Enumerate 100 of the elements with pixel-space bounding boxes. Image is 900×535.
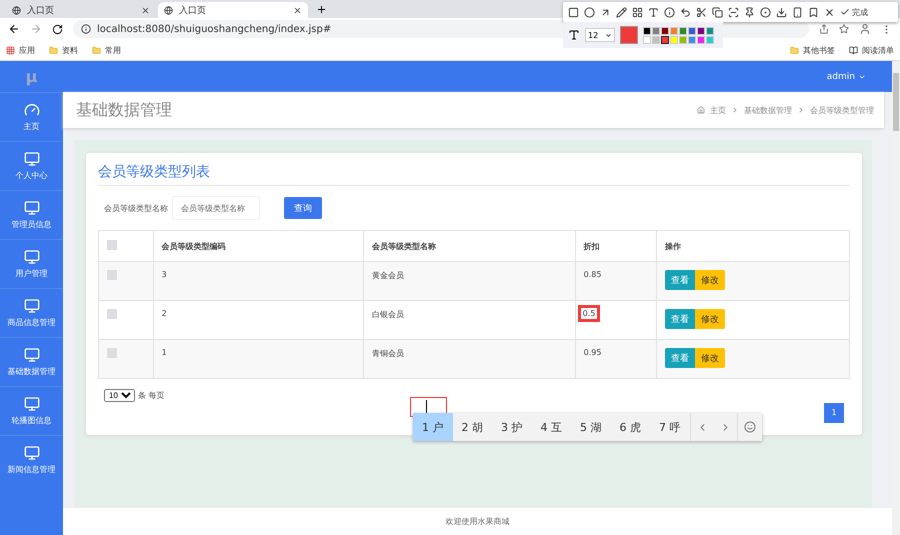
- info-icon[interactable]: [664, 6, 675, 18]
- table-cell: 白银会员: [364, 300, 576, 340]
- bookmark-icon[interactable]: [808, 6, 819, 18]
- monitor-icon: [24, 151, 40, 167]
- monitor-icon: [24, 200, 40, 216]
- bookmark-item[interactable]: 应用: [6, 44, 35, 56]
- ime-candidate[interactable]: 4 互: [532, 413, 571, 441]
- table-cell: 0.5: [580, 308, 598, 319]
- arrow-icon[interactable]: [600, 6, 611, 18]
- close-icon[interactable]: [293, 6, 302, 14]
- globe-icon: [164, 6, 173, 14]
- edit-button[interactable]: 修改: [695, 309, 726, 329]
- table-cell: 0.95: [584, 348, 602, 357]
- download-icon[interactable]: [776, 6, 787, 18]
- new-tab-icon[interactable]: [316, 4, 327, 15]
- close-icon[interactable]: [824, 6, 835, 18]
- column-header: 会员等级类型编码: [153, 230, 364, 262]
- tab-title: 入口页: [179, 4, 207, 16]
- edit-button[interactable]: 修改: [695, 348, 726, 368]
- scan-icon[interactable]: [728, 6, 739, 18]
- page-size-label: 条 每页: [138, 390, 165, 401]
- reload-icon[interactable]: [52, 24, 63, 34]
- star-icon[interactable]: [839, 24, 849, 34]
- phone-icon[interactable]: [792, 6, 803, 18]
- folder-icon: [92, 46, 101, 54]
- breadcrumb-item[interactable]: 主页: [710, 104, 726, 116]
- breadcrumb-item: 会员等级类型管理: [810, 104, 874, 116]
- record-icon[interactable]: [760, 6, 771, 18]
- monitor-icon: [24, 396, 40, 412]
- font-size-icon: [568, 29, 580, 41]
- table-cell: 1: [153, 340, 364, 378]
- pin-icon[interactable]: [744, 6, 755, 18]
- scrollbar-thumb[interactable]: [893, 73, 899, 131]
- url-text: localhost:8080/shuiguoshangcheng/index.jsp#: [97, 24, 332, 34]
- globe-icon: [12, 6, 21, 14]
- checkbox[interactable]: [107, 309, 117, 319]
- copy-icon[interactable]: [712, 6, 723, 18]
- ime-candidate[interactable]: 2 胡: [452, 413, 492, 441]
- chevron-icon: [797, 106, 805, 114]
- user-menu[interactable]: admin: [826, 72, 866, 82]
- checkbox[interactable]: [107, 348, 117, 358]
- text-icon[interactable]: [648, 6, 659, 18]
- search-button[interactable]: 查询: [284, 197, 322, 219]
- ime-candidate[interactable]: 7 呼: [650, 413, 690, 441]
- field-label: 会员等级类型名称: [104, 202, 168, 214]
- chevron-icon: [731, 106, 739, 114]
- checkbox[interactable]: [107, 240, 117, 250]
- info-icon: [81, 24, 91, 34]
- browser-tab[interactable]: 入口页: [6, 2, 156, 18]
- monitor-icon: [24, 347, 40, 363]
- color-swatch[interactable]: [661, 36, 669, 44]
- table-cell: 3: [153, 262, 364, 300]
- check-icon: [840, 7, 850, 17]
- bookmark-item[interactable]: 资料: [49, 44, 78, 56]
- back-icon[interactable]: [8, 23, 20, 35]
- apps-icon: [6, 46, 15, 54]
- share-icon[interactable]: [819, 24, 829, 34]
- mosaic-icon[interactable]: [632, 6, 643, 18]
- profile-icon[interactable]: [859, 23, 871, 35]
- card-title: 会员等级类型列表: [98, 163, 850, 186]
- close-icon[interactable]: [141, 6, 150, 14]
- bookmark-item[interactable]: 其他书签: [790, 44, 835, 56]
- table-cell: 0.85: [584, 270, 602, 279]
- done-button[interactable]: 完成: [840, 6, 868, 18]
- folder-icon: [49, 46, 58, 54]
- tab-title: 入口页: [27, 4, 55, 16]
- footer-text: 欢迎使用水果商城: [63, 508, 892, 535]
- font-size-select[interactable]: 12: [585, 28, 615, 42]
- bookmark-item[interactable]: 阅读清单: [849, 44, 894, 56]
- undo-icon[interactable]: [680, 6, 691, 18]
- page-title: 基础数据管理: [76, 100, 172, 120]
- folder-icon: [790, 46, 799, 54]
- browser-tab[interactable]: 入口页: [158, 2, 308, 18]
- scissors-icon[interactable]: [696, 6, 707, 18]
- edit-button[interactable]: 修改: [695, 270, 726, 290]
- home-icon: [697, 106, 705, 114]
- text-cursor: [426, 400, 427, 414]
- bookmark-item[interactable]: 常用: [92, 44, 121, 56]
- column-header: 操作: [656, 230, 850, 262]
- table-cell: 黄金会员: [364, 262, 576, 300]
- ime-candidate[interactable]: 1 户: [413, 413, 452, 441]
- monitor-icon: [24, 249, 40, 265]
- gauge-icon: [24, 102, 40, 118]
- ime-candidate[interactable]: 3 护: [492, 413, 532, 441]
- logo: μ: [24, 66, 38, 88]
- page-size-select[interactable]: 10: [104, 389, 135, 402]
- page-button[interactable]: 1: [824, 403, 844, 423]
- ime-candidate[interactable]: 6 虎: [610, 413, 650, 441]
- pencil-icon[interactable]: [616, 6, 627, 18]
- column-header: 会员等级类型名称: [364, 230, 576, 262]
- current-color-swatch: [620, 26, 638, 44]
- monitor-icon: [24, 445, 40, 461]
- emoji-icon[interactable]: [744, 421, 756, 433]
- table-cell: 2: [153, 300, 364, 340]
- ime-candidate[interactable]: 5 湖: [571, 413, 610, 441]
- breadcrumb-item[interactable]: 基础数据管理: [744, 104, 792, 116]
- search-field[interactable]: 会员等级类型名称: [172, 196, 260, 220]
- checkbox[interactable]: [107, 270, 117, 280]
- circle-icon[interactable]: [584, 6, 595, 18]
- rectangle-icon[interactable]: [568, 6, 579, 18]
